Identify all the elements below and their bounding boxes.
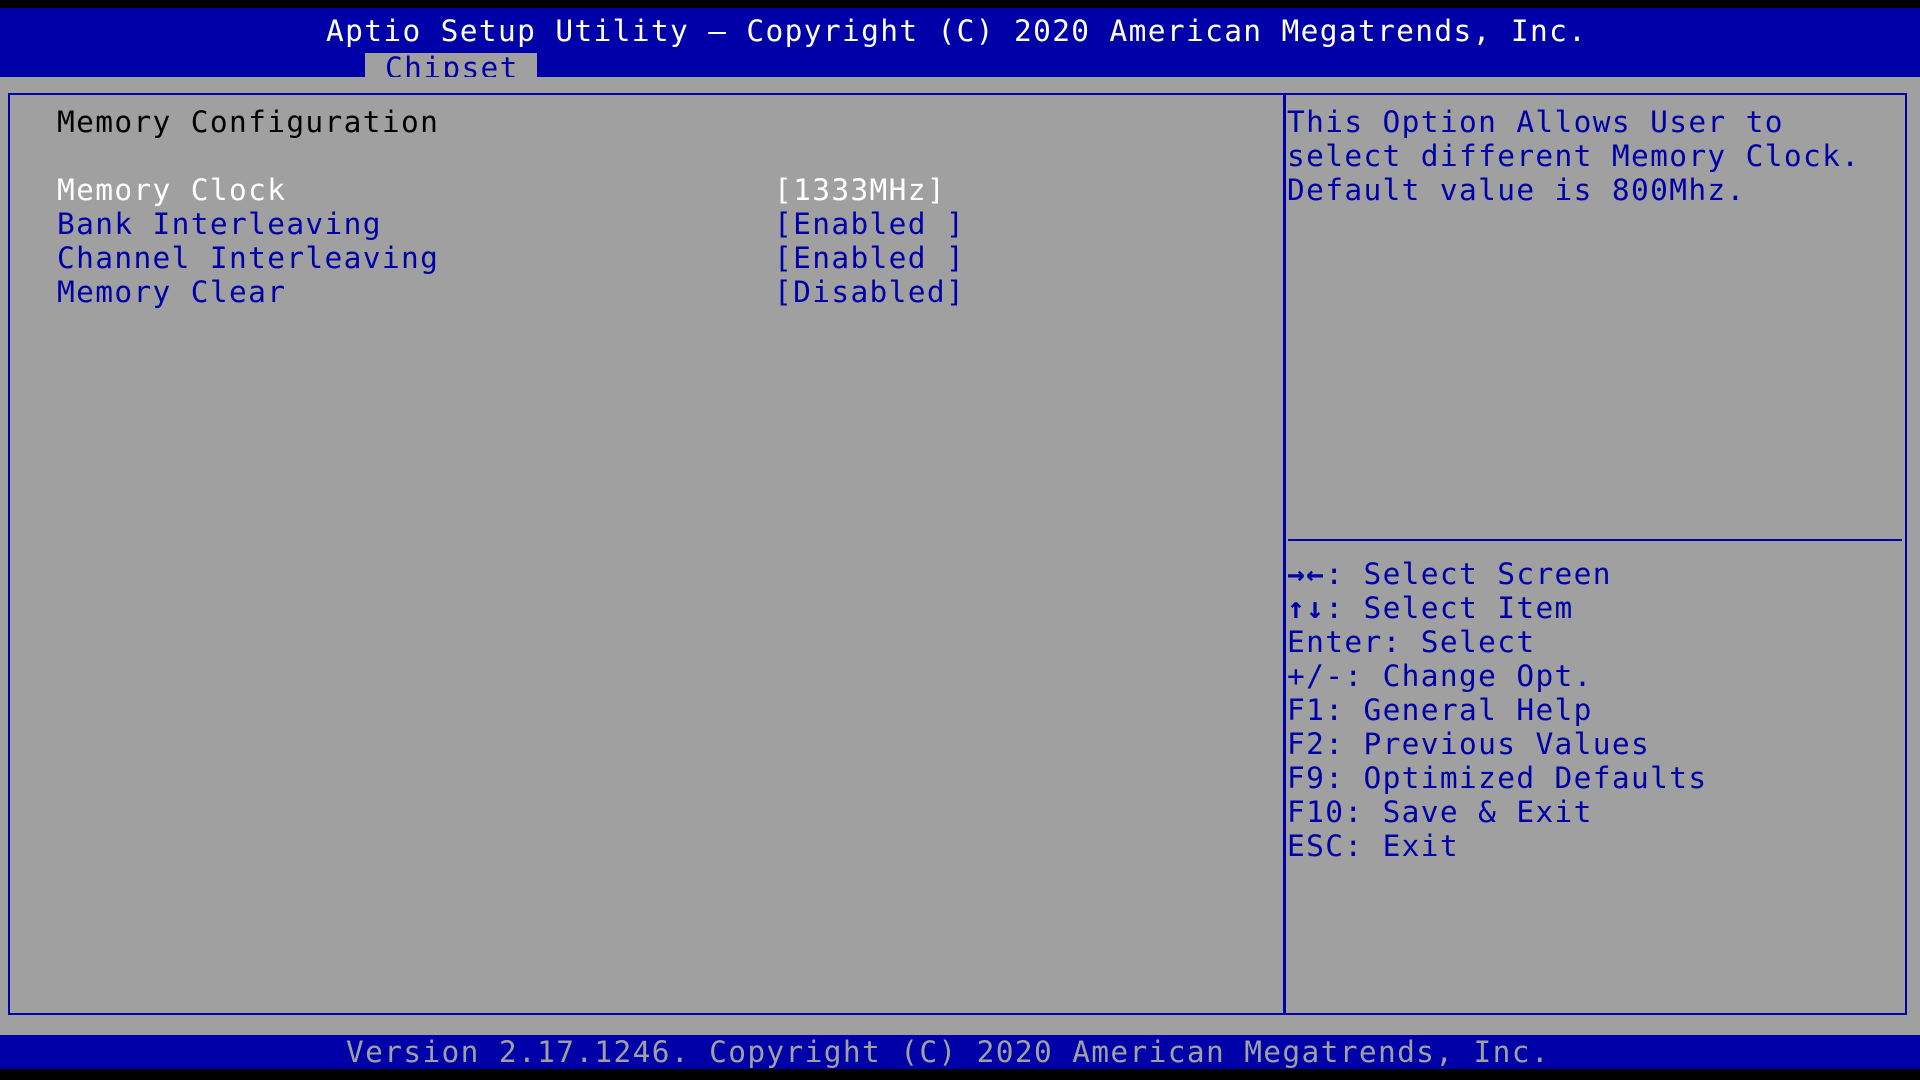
key-hint-key: ESC [1287, 829, 1345, 863]
setting-row-memory-clock[interactable]: Memory Clock [57, 173, 286, 207]
key-hint-select-item: ↑↓: Select Item [1287, 591, 1574, 625]
key-hint-f9: F9: Optimized Defaults [1287, 761, 1707, 795]
main-frame: Memory Configuration Memory Clock [1333M… [8, 93, 1907, 1015]
key-hint-key: F10 [1287, 795, 1345, 829]
key-hint-f2: F2: Previous Values [1287, 727, 1650, 761]
key-hint-f1: F1: General Help [1287, 693, 1593, 727]
key-hint-change-opt: +/-: Change Opt. [1287, 659, 1593, 693]
setting-label: Bank Interleaving [57, 207, 382, 241]
help-description-line: Default value is 800Mhz. [1287, 173, 1746, 207]
setting-row-channel-interleaving[interactable]: Channel Interleaving [57, 241, 439, 275]
setting-label: Channel Interleaving [57, 241, 440, 275]
key-hint-key: +/- [1287, 659, 1345, 693]
key-hint-action: : General Help [1325, 693, 1593, 727]
key-hint-action: : Previous Values [1325, 727, 1651, 761]
header-bar: Aptio Setup Utility – Copyright (C) 2020… [0, 8, 1920, 85]
key-hint-action: : Save & Exit [1344, 795, 1593, 829]
key-hint-action: : Select Item [1325, 591, 1574, 625]
key-hint-enter: Enter: Select [1287, 625, 1535, 659]
help-description-line: This Option Allows User to [1287, 105, 1784, 139]
key-hint-action: : Select Screen [1325, 557, 1612, 591]
main-area: Memory Configuration Memory Clock [1333M… [0, 77, 1920, 1035]
setting-value-bank-interleaving[interactable]: [Enabled ] [774, 207, 965, 241]
pane-divider [1283, 95, 1286, 1013]
footer-version: Version 2.17.1246. Copyright (C) 2020 Am… [346, 1035, 1550, 1069]
setting-label: Memory Clock [57, 173, 287, 207]
key-hint-action: : Exit [1344, 829, 1460, 863]
footer-bar: Version 2.17.1246. Copyright (C) 2020 Am… [0, 1035, 1920, 1069]
help-separator [1288, 539, 1902, 541]
key-hint-select-screen: →←: Select Screen [1287, 557, 1612, 591]
key-hint-esc: ESC: Exit [1287, 829, 1459, 863]
setting-value-memory-clock[interactable]: [1333MHz] [774, 173, 946, 207]
key-hint-action: : Select [1382, 625, 1536, 659]
key-hint-key: F9 [1287, 761, 1326, 795]
setting-row-memory-clear[interactable]: Memory Clear [57, 275, 286, 309]
key-hint-key: F2 [1287, 727, 1326, 761]
up-down-arrows-icon: ↑↓ [1287, 591, 1326, 625]
key-hint-key: F1 [1287, 693, 1326, 727]
key-hint-action: : Change Opt. [1344, 659, 1593, 693]
key-hint-key: Enter [1287, 625, 1383, 659]
help-description-line: select different Memory Clock. [1287, 139, 1861, 173]
key-hint-action: : Optimized Defaults [1325, 761, 1708, 795]
app-title: Aptio Setup Utility – Copyright (C) 2020… [326, 14, 1588, 48]
left-right-arrows-icon: →← [1287, 557, 1326, 591]
key-hint-f10: F10: Save & Exit [1287, 795, 1593, 829]
setting-value-channel-interleaving[interactable]: [Enabled ] [774, 241, 965, 275]
setting-value-memory-clear[interactable]: [Disabled] [774, 275, 965, 309]
setting-label: Memory Clear [57, 275, 287, 309]
setting-row-bank-interleaving[interactable]: Bank Interleaving [57, 207, 382, 241]
section-title: Memory Configuration [57, 105, 440, 139]
